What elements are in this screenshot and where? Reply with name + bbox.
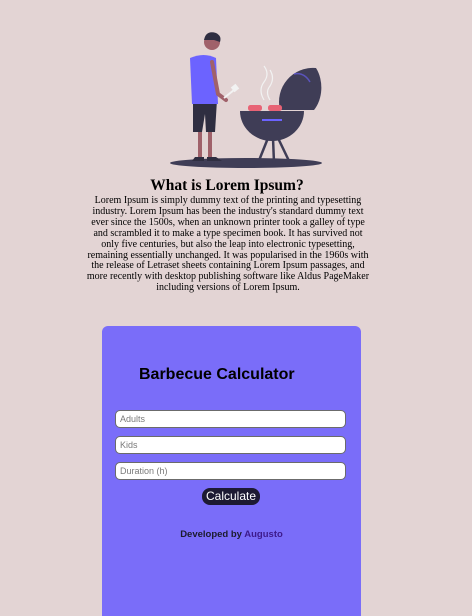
grill-bowl	[240, 111, 304, 141]
adults-input[interactable]	[115, 410, 346, 428]
ground-shadow	[170, 158, 322, 168]
grill-food	[248, 105, 262, 111]
smoke-lines	[260, 65, 274, 101]
spatula	[223, 89, 235, 99]
person-shorts	[193, 100, 217, 132]
person-leg-left	[198, 130, 202, 158]
barbecue-calculator-card: Barbecue Calculator Calculate Developed …	[102, 326, 361, 616]
duration-input[interactable]	[115, 462, 346, 480]
person-shoe-left	[192, 157, 204, 161]
person-leg-right	[208, 130, 212, 158]
intro-title: What is Lorem Ipsum?	[150, 177, 304, 194]
grill-handle-accent	[262, 119, 282, 121]
credit-prefix: Developed by	[180, 529, 242, 540]
developer-credit: Developed by Augusto	[102, 529, 361, 540]
barbecue-illustration	[170, 32, 322, 168]
intro-paragraph: Lorem Ipsum is simply dummy text of the …	[86, 195, 370, 294]
author-link[interactable]: Augusto	[244, 529, 283, 540]
calculator-title: Barbecue Calculator	[139, 366, 295, 383]
calculate-button[interactable]: Calculate	[202, 488, 261, 505]
kids-input[interactable]	[115, 436, 346, 454]
